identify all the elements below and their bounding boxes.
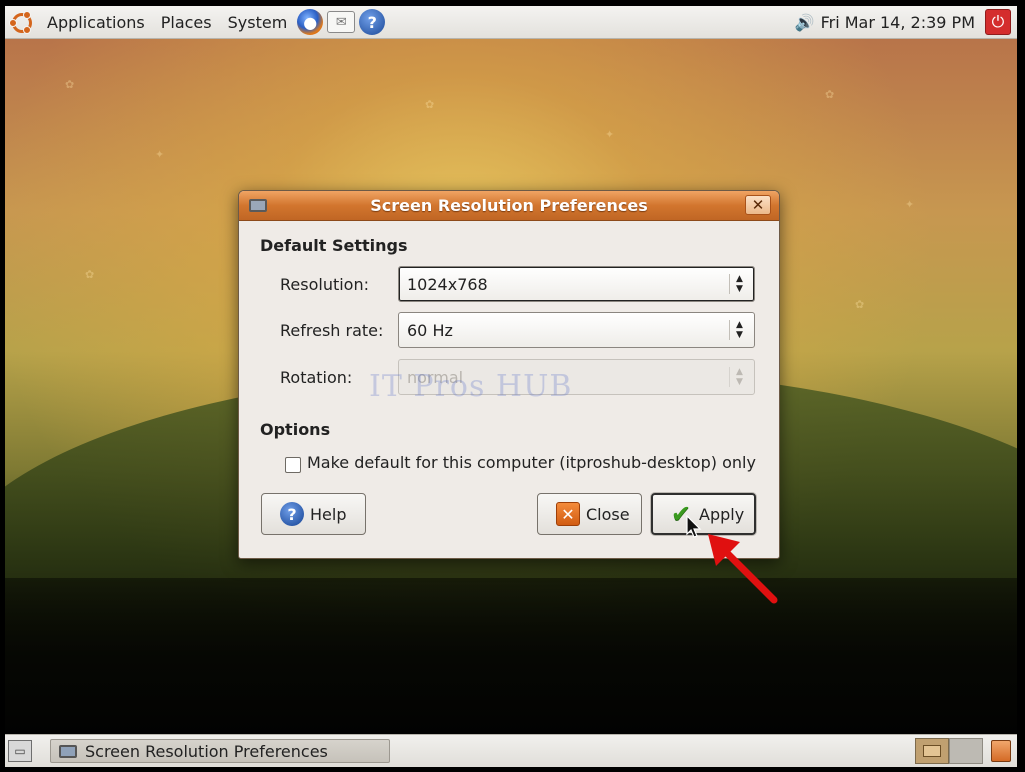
checkmark-icon: ✔	[670, 500, 692, 528]
clock[interactable]: Fri Mar 14, 2:39 PM	[821, 13, 975, 32]
dialog-titlebar[interactable]: Screen Resolution Preferences ✕	[239, 191, 779, 221]
wallpaper-star: ✿	[825, 88, 835, 101]
show-desktop-icon[interactable]: ▭	[8, 740, 32, 762]
rotation-value: normal	[407, 367, 464, 387]
wallpaper-star: ✿	[425, 98, 435, 111]
refresh-rate-select[interactable]: 60 Hz ▲ ▼	[398, 312, 755, 348]
resolution-label: Resolution:	[280, 275, 369, 294]
mail-icon[interactable]: ✉	[327, 11, 356, 33]
ubuntu-logo-icon[interactable]	[9, 10, 33, 34]
make-default-label[interactable]: Make default for this computer (itproshu…	[307, 453, 756, 472]
window-close-button[interactable]: ✕	[745, 195, 771, 215]
help-icon[interactable]: ?	[359, 9, 386, 35]
apply-button-label: Apply	[699, 504, 745, 524]
updown-arrows-icon: ▲ ▼	[729, 274, 748, 294]
make-default-checkbox[interactable]	[285, 457, 301, 473]
refresh-rate-value: 60 Hz	[407, 320, 453, 340]
close-button[interactable]: ✕ Close	[537, 493, 642, 535]
wallpaper-grass	[5, 578, 1017, 734]
menu-system[interactable]: System	[220, 6, 296, 38]
workspace-1[interactable]	[915, 738, 949, 764]
wallpaper-star: ✦	[155, 148, 165, 161]
help-button[interactable]: ? Help	[261, 493, 366, 535]
default-settings-heading: Default Settings	[260, 236, 408, 255]
bottom-panel: ▭ Screen Resolution Preferences	[5, 734, 1017, 767]
taskbar-window-button[interactable]: Screen Resolution Preferences	[50, 739, 390, 763]
updown-arrows-icon: ▲ ▼	[729, 367, 748, 387]
dialog-title: Screen Resolution Preferences	[370, 196, 648, 215]
rotation-label: Rotation:	[280, 368, 353, 387]
close-icon: ✕	[556, 502, 580, 526]
options-heading: Options	[260, 420, 331, 439]
trash-icon[interactable]	[991, 740, 1011, 762]
resolution-value: 1024x768	[407, 274, 488, 294]
firefox-icon[interactable]: ●	[297, 9, 324, 35]
apply-button[interactable]: ✔ Apply	[651, 493, 756, 535]
rotation-select: normal ▲ ▼	[398, 359, 755, 395]
monitor-icon	[59, 744, 77, 758]
workspace-2[interactable]	[949, 738, 983, 764]
close-button-label: Close	[586, 504, 630, 524]
taskbar-window-title: Screen Resolution Preferences	[85, 741, 328, 761]
wallpaper-star: ✿	[85, 268, 95, 281]
top-panel: Applications Places System ● ✉ ? 🔊 Fri M…	[5, 6, 1017, 39]
screen-resolution-dialog: Screen Resolution Preferences ✕ Default …	[238, 190, 780, 559]
wallpaper-star: ✿	[855, 298, 865, 311]
updown-arrows-icon: ▲ ▼	[729, 320, 748, 340]
wallpaper-star: ✿	[65, 78, 75, 91]
wallpaper-star: ✦	[905, 198, 915, 211]
refresh-rate-label: Refresh rate:	[280, 321, 384, 340]
power-icon[interactable]: ⏻	[985, 9, 1011, 35]
resolution-select[interactable]: 1024x768 ▲ ▼	[398, 266, 755, 302]
wallpaper-star: ✦	[605, 128, 615, 141]
speaker-icon[interactable]: 🔊	[795, 13, 815, 32]
help-button-label: Help	[310, 504, 347, 524]
menu-applications[interactable]: Applications	[39, 6, 153, 38]
help-icon: ?	[280, 502, 304, 526]
screen: ✿ ✦ ✿ ✦ ✿ ✦ ✿ ✿ Applications Places Syst…	[0, 0, 1025, 772]
menu-places[interactable]: Places	[153, 6, 220, 38]
